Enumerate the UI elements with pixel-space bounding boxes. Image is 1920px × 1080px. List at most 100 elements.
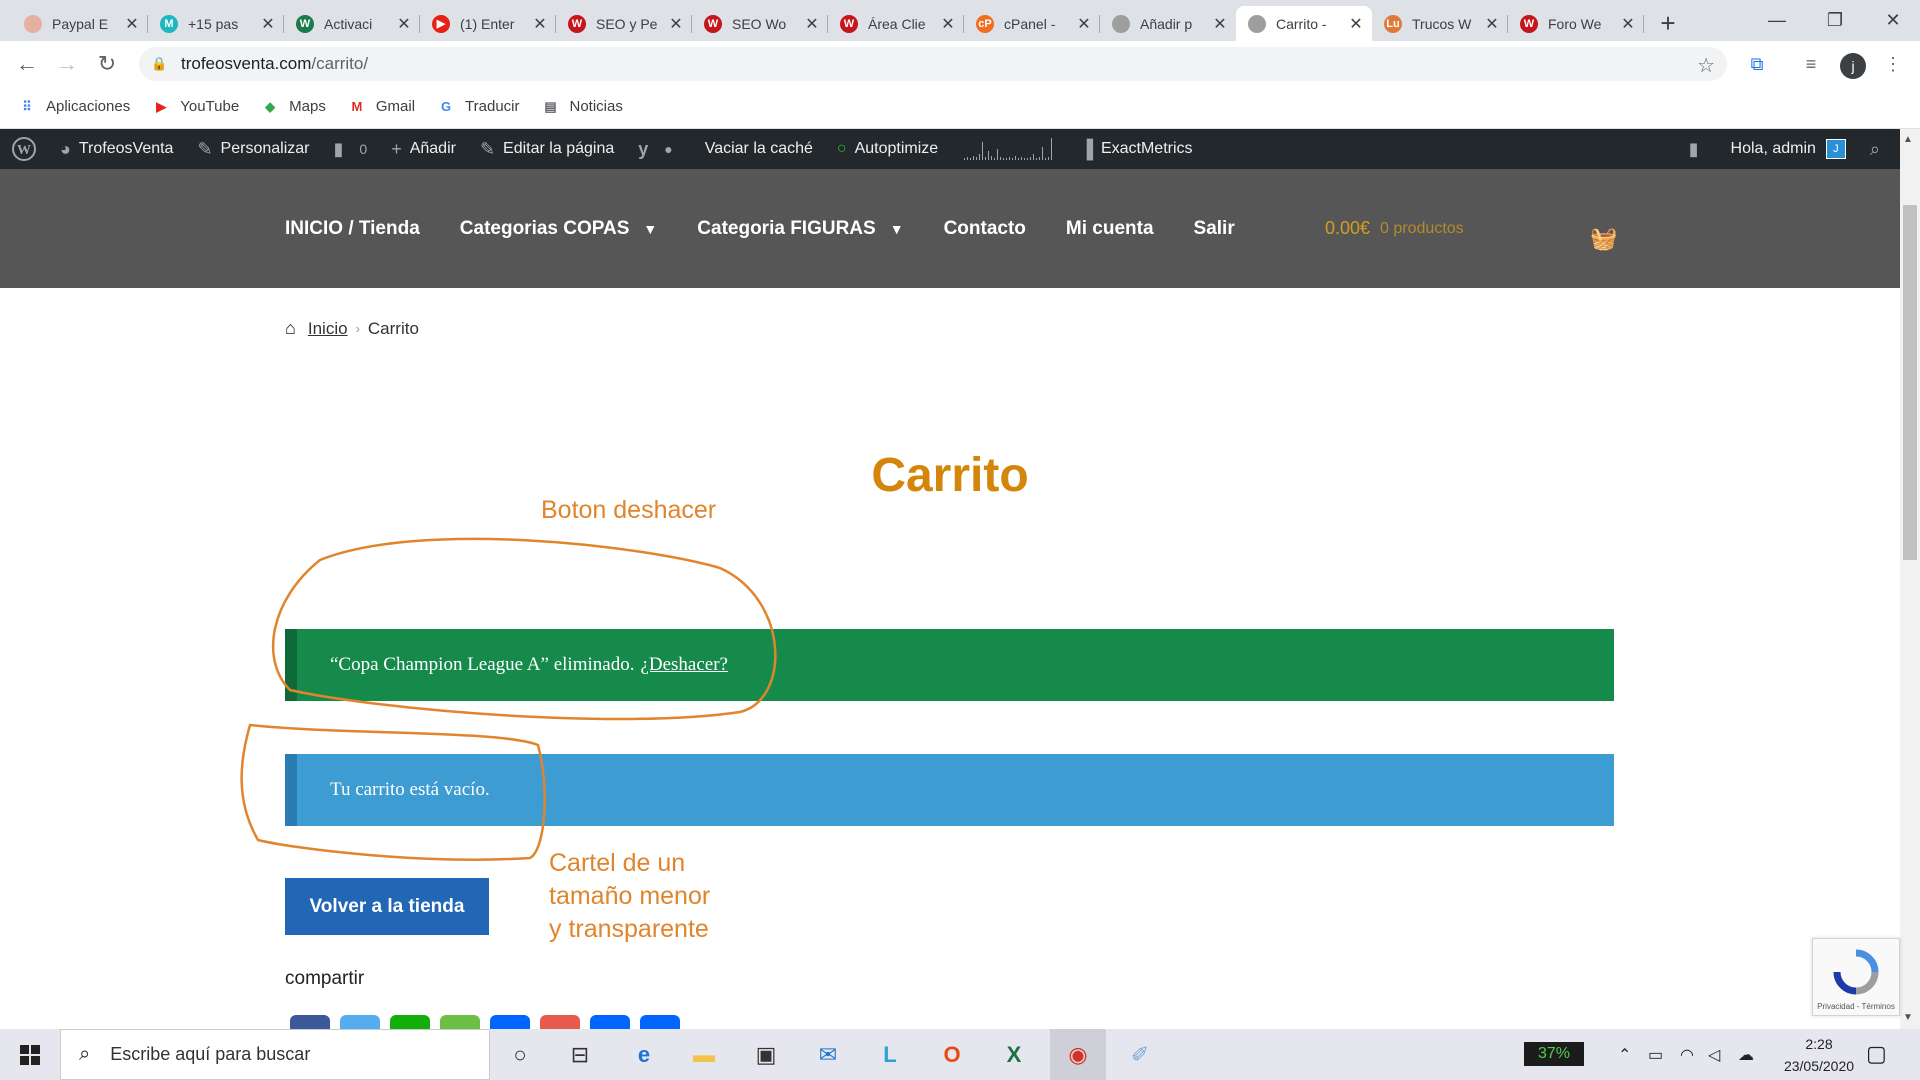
nav-item[interactable]: Contacto (944, 218, 1026, 240)
chevron-down-icon[interactable]: ▼ (643, 221, 657, 237)
scroll-down-arrow-icon[interactable]: ▼ (1903, 1012, 1913, 1023)
edit-page-menu[interactable]: ✎ Editar la página (468, 129, 626, 169)
browser-tab[interactable]: Paypal E ✕ (12, 6, 148, 41)
volume-icon[interactable]: ◁ (1708, 1029, 1720, 1080)
tab-close-icon[interactable]: ✕ (124, 14, 140, 34)
start-button[interactable] (0, 1029, 60, 1080)
browser-tab[interactable]: M +15 pas ✕ (148, 6, 284, 41)
tab-close-icon[interactable]: ✕ (668, 14, 684, 34)
task-view-icon[interactable]: ⊟ (552, 1029, 608, 1080)
bookmark-item[interactable]: ▤ Noticias (542, 98, 623, 115)
bookmark-item[interactable]: M Gmail (348, 98, 415, 115)
gmail-share-icon[interactable] (540, 1015, 580, 1029)
system-clock[interactable]: 2:28 23/05/2020 (1774, 1033, 1864, 1077)
breadcrumb-home-link[interactable]: Inicio (308, 319, 348, 339)
taskbar-search[interactable]: ⌕ Escribe aquí para buscar (60, 1029, 490, 1080)
close-window-button[interactable]: ✕ (1870, 0, 1916, 41)
wp-logo-menu[interactable]: W (0, 129, 48, 169)
twitter-share-icon[interactable] (340, 1015, 380, 1029)
facebook-share-icon[interactable] (290, 1015, 330, 1029)
browser-tab[interactable]: cP cPanel - ✕ (964, 6, 1100, 41)
autoptimize-menu[interactable]: ○ Autoptimize (825, 129, 950, 169)
browser-tab[interactable]: W Foro We ✕ (1508, 6, 1644, 41)
shopping-basket-icon[interactable]: 🧺 (1590, 226, 1617, 252)
nav-item[interactable]: Mi cuenta (1066, 218, 1154, 240)
tab-close-icon[interactable]: ✕ (1484, 14, 1500, 34)
browser-tab[interactable]: Añadir p ✕ (1100, 6, 1236, 41)
battery-icon[interactable]: ▭ (1648, 1029, 1663, 1080)
scrollbar-thumb[interactable] (1903, 205, 1917, 560)
sms-share-icon[interactable] (440, 1015, 480, 1029)
media-controls-icon[interactable]: ≡ (1796, 49, 1826, 79)
tab-close-icon[interactable]: ✕ (1076, 14, 1092, 34)
site-name-menu[interactable]: ◕ TrofeosVenta (48, 129, 185, 169)
browser-tab[interactable]: W Área Clie ✕ (828, 6, 964, 41)
browser-tab[interactable]: W SEO Wo ✕ (692, 6, 828, 41)
notifications-menu[interactable]: ▮ (1677, 129, 1719, 169)
yoast-menu[interactable]: y ● (626, 129, 692, 169)
mail-icon[interactable]: ✉ (800, 1029, 856, 1080)
store-icon[interactable]: ▣ (738, 1029, 794, 1080)
new-tab-button[interactable]: + (1654, 8, 1682, 39)
browser-tab[interactable]: W Activaci ✕ (284, 6, 420, 41)
nav-item[interactable]: INICIO / Tienda (285, 218, 420, 240)
my-account-menu[interactable]: Hola, admin J (1719, 129, 1858, 169)
undo-link[interactable]: ¿Deshacer? (640, 654, 728, 676)
tab-close-icon[interactable]: ✕ (260, 14, 276, 34)
bookmark-star-icon[interactable]: ☆ (1697, 53, 1715, 78)
browser-tab[interactable]: ▶ (1) Enter ✕ (420, 6, 556, 41)
nav-item[interactable]: Categorias COPAS ▼ (460, 218, 658, 240)
share-share-icon[interactable] (640, 1015, 680, 1029)
bookmark-item[interactable]: G Traducir (437, 98, 520, 115)
customize-menu[interactable]: ✎ Personalizar (185, 129, 321, 169)
browser-tab[interactable]: Lu Trucos W ✕ (1372, 6, 1508, 41)
onedrive-cloud-icon[interactable]: ☁ (1738, 1029, 1754, 1080)
cortana-icon[interactable]: ○ (492, 1029, 548, 1080)
tray-chevron-up-icon[interactable]: ⌃ (1618, 1029, 1631, 1080)
office-icon[interactable]: O (924, 1029, 980, 1080)
bookmark-item[interactable]: ▶ YouTube (152, 98, 239, 115)
back-arrow-icon[interactable]: ← (12, 49, 42, 79)
whatsapp-share-icon[interactable] (390, 1015, 430, 1029)
launcher-l-icon[interactable]: L (862, 1029, 918, 1080)
address-bar[interactable]: 🔒 trofeosventa.com/carrito/ ☆ (139, 47, 1727, 81)
paint-icon[interactable]: ✐ (1112, 1029, 1168, 1080)
forward-arrow-icon[interactable]: → (52, 49, 82, 79)
minimize-button[interactable]: — (1754, 0, 1800, 41)
tab-close-icon[interactable]: ✕ (532, 14, 548, 34)
browser-tab[interactable]: W SEO y Pe ✕ (556, 6, 692, 41)
extension-icon[interactable]: ⧉ (1742, 49, 1772, 79)
chrome-icon[interactable]: ◉ (1050, 1029, 1106, 1080)
clear-cache-menu[interactable]: Vaciar la caché (693, 129, 825, 169)
nav-item[interactable]: Categoria FIGURAS ▼ (697, 218, 903, 240)
chevron-down-icon[interactable]: ▼ (890, 221, 904, 237)
tab-close-icon[interactable]: ✕ (1212, 14, 1228, 34)
admin-search[interactable]: ⌕ (1858, 129, 1900, 169)
new-content-menu[interactable]: + Añadir (379, 129, 468, 169)
tab-close-icon[interactable]: ✕ (940, 14, 956, 34)
comments-menu[interactable]: ▮ 0 (321, 129, 379, 169)
menu-kebab-icon[interactable]: ⋮ (1878, 49, 1908, 79)
bookmark-item[interactable]: ◆ Maps (261, 98, 326, 115)
email-share-icon[interactable] (490, 1015, 530, 1029)
print-share-icon[interactable] (590, 1015, 630, 1029)
exactmetrics-menu[interactable]: ▐ ExactMetrics (1068, 129, 1204, 169)
wifi-icon[interactable]: ◠ (1680, 1029, 1694, 1080)
edge-browser-icon[interactable]: e (616, 1029, 672, 1080)
return-to-shop-button[interactable]: Volver a la tienda (285, 878, 489, 935)
bookmark-item[interactable]: ⠿ Aplicaciones (18, 98, 130, 115)
scroll-up-arrow-icon[interactable]: ▲ (1903, 134, 1913, 145)
nav-item[interactable]: Salir (1194, 218, 1235, 240)
recaptcha-badge[interactable]: Privacidad - Términos (1812, 938, 1900, 1016)
reload-icon[interactable]: ↻ (92, 49, 122, 79)
tab-close-icon[interactable]: ✕ (1620, 14, 1636, 34)
action-center-icon[interactable]: ▢ (1866, 1041, 1887, 1067)
tab-close-icon[interactable]: ✕ (396, 14, 412, 34)
tab-close-icon[interactable]: ✕ (1348, 14, 1364, 34)
profile-avatar[interactable]: j (1840, 53, 1866, 79)
file-explorer-icon[interactable]: ▬ (676, 1029, 732, 1080)
tab-close-icon[interactable]: ✕ (804, 14, 820, 34)
browser-tab[interactable]: Carrito - ✕ (1236, 6, 1372, 41)
maximize-button[interactable]: ❐ (1812, 0, 1858, 41)
header-cart[interactable]: 0.00€ 0 productos (1325, 169, 1464, 288)
